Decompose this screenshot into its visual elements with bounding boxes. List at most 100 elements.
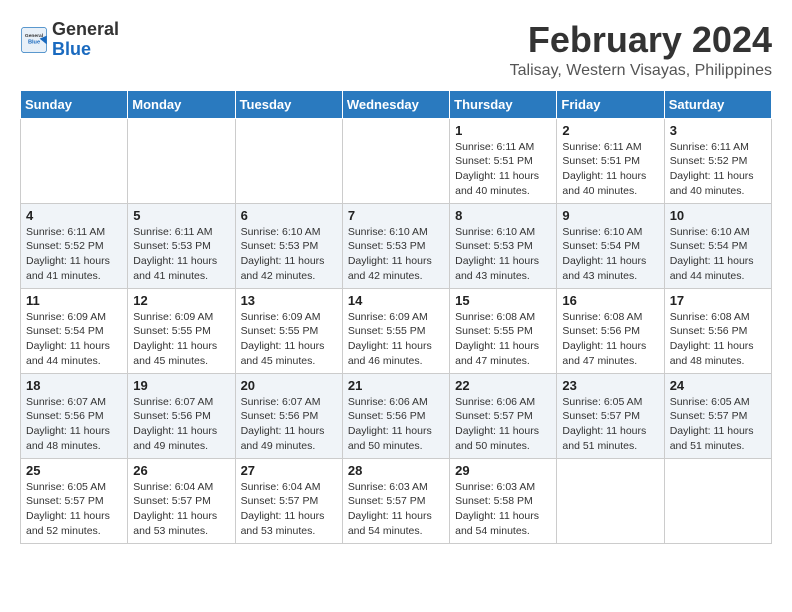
day-info: Sunrise: 6:08 AM Sunset: 5:56 PM Dayligh… [670,310,766,369]
day-number: 17 [670,293,766,308]
day-number: 7 [348,208,444,223]
day-info: Sunrise: 6:10 AM Sunset: 5:54 PM Dayligh… [670,225,766,284]
day-info: Sunrise: 6:09 AM Sunset: 5:55 PM Dayligh… [133,310,229,369]
day-number: 4 [26,208,122,223]
calendar-day-cell: 7 Sunrise: 6:10 AM Sunset: 5:53 PM Daylig… [342,203,449,288]
day-number: 29 [455,463,551,478]
day-info: Sunrise: 6:11 AM Sunset: 5:53 PM Dayligh… [133,225,229,284]
day-number: 13 [241,293,337,308]
svg-text:Blue: Blue [28,39,40,45]
logo-icon: General Blue [20,26,48,54]
calendar-day-cell: 26 Sunrise: 6:04 AM Sunset: 5:57 PM Dayli… [128,458,235,543]
day-info: Sunrise: 6:09 AM Sunset: 5:55 PM Dayligh… [348,310,444,369]
location-subtitle: Talisay, Western Visayas, Philippines [510,62,772,80]
day-info: Sunrise: 6:07 AM Sunset: 5:56 PM Dayligh… [26,395,122,454]
weekday-header-tuesday: Tuesday [235,90,342,118]
calendar-day-cell: 21 Sunrise: 6:06 AM Sunset: 5:56 PM Dayli… [342,373,449,458]
day-info: Sunrise: 6:08 AM Sunset: 5:56 PM Dayligh… [562,310,658,369]
calendar-day-cell: 29Sunrise: 6:03 AM Sunset: 5:58 PM Dayli… [450,458,557,543]
day-number: 18 [26,378,122,393]
day-number: 24 [670,378,766,393]
calendar-day-cell: 2Sunrise: 6:11 AM Sunset: 5:51 PM Daylig… [557,118,664,203]
calendar-day-cell [342,118,449,203]
weekday-header-saturday: Saturday [664,90,771,118]
calendar-week-row: 1 Sunrise: 6:11 AM Sunset: 5:51 PM Daylig… [21,118,772,203]
calendar-day-cell [235,118,342,203]
calendar-day-cell: 15Sunrise: 6:08 AM Sunset: 5:55 PM Dayli… [450,288,557,373]
day-number: 3 [670,123,766,138]
page-header: General Blue General Blue February 2024 … [20,20,772,80]
day-info: Sunrise: 6:04 AM Sunset: 5:57 PM Dayligh… [133,480,229,539]
day-info: Sunrise: 6:11 AM Sunset: 5:51 PM Dayligh… [455,140,551,199]
day-number: 20 [241,378,337,393]
calendar-day-cell: 19 Sunrise: 6:07 AM Sunset: 5:56 PM Dayli… [128,373,235,458]
day-number: 28 [348,463,444,478]
day-number: 10 [670,208,766,223]
calendar-day-cell: 3 Sunrise: 6:11 AM Sunset: 5:52 PM Daylig… [664,118,771,203]
day-number: 1 [455,123,551,138]
calendar-day-cell: 12Sunrise: 6:09 AM Sunset: 5:55 PM Dayli… [128,288,235,373]
day-info: Sunrise: 6:04 AM Sunset: 5:57 PM Dayligh… [241,480,337,539]
day-number: 25 [26,463,122,478]
calendar-week-row: 4 Sunrise: 6:11 AM Sunset: 5:52 PM Daylig… [21,203,772,288]
calendar-day-cell: 23Sunrise: 6:05 AM Sunset: 5:57 PM Dayli… [557,373,664,458]
calendar-day-cell [664,458,771,543]
weekday-header-sunday: Sunday [21,90,128,118]
day-number: 2 [562,123,658,138]
calendar-day-cell: 6 Sunrise: 6:10 AM Sunset: 5:53 PM Daylig… [235,203,342,288]
weekday-header-monday: Monday [128,90,235,118]
day-number: 9 [562,208,658,223]
title-section: February 2024 Talisay, Western Visayas, … [510,20,772,80]
day-info: Sunrise: 6:09 AM Sunset: 5:54 PM Dayligh… [26,310,122,369]
calendar-week-row: 18 Sunrise: 6:07 AM Sunset: 5:56 PM Dayli… [21,373,772,458]
calendar-day-cell: 14 Sunrise: 6:09 AM Sunset: 5:55 PM Dayli… [342,288,449,373]
day-number: 22 [455,378,551,393]
day-number: 19 [133,378,229,393]
day-number: 27 [241,463,337,478]
day-info: Sunrise: 6:08 AM Sunset: 5:55 PM Dayligh… [455,310,551,369]
logo: General Blue General Blue [20,20,119,60]
day-info: Sunrise: 6:10 AM Sunset: 5:53 PM Dayligh… [241,225,337,284]
calendar-day-cell: 5 Sunrise: 6:11 AM Sunset: 5:53 PM Daylig… [128,203,235,288]
calendar-day-cell: 22 Sunrise: 6:06 AM Sunset: 5:57 PM Dayli… [450,373,557,458]
month-title: February 2024 [510,20,772,60]
calendar-day-cell: 8Sunrise: 6:10 AM Sunset: 5:53 PM Daylig… [450,203,557,288]
calendar-day-cell: 20Sunrise: 6:07 AM Sunset: 5:56 PM Dayli… [235,373,342,458]
day-info: Sunrise: 6:07 AM Sunset: 5:56 PM Dayligh… [133,395,229,454]
calendar-day-cell [557,458,664,543]
day-info: Sunrise: 6:11 AM Sunset: 5:52 PM Dayligh… [26,225,122,284]
calendar-day-cell [21,118,128,203]
day-info: Sunrise: 6:09 AM Sunset: 5:55 PM Dayligh… [241,310,337,369]
calendar-day-cell [128,118,235,203]
calendar-day-cell: 17 Sunrise: 6:08 AM Sunset: 5:56 PM Dayli… [664,288,771,373]
logo-text: General Blue [52,20,119,60]
day-info: Sunrise: 6:06 AM Sunset: 5:56 PM Dayligh… [348,395,444,454]
day-info: Sunrise: 6:05 AM Sunset: 5:57 PM Dayligh… [670,395,766,454]
day-info: Sunrise: 6:11 AM Sunset: 5:52 PM Dayligh… [670,140,766,199]
day-info: Sunrise: 6:06 AM Sunset: 5:57 PM Dayligh… [455,395,551,454]
day-info: Sunrise: 6:10 AM Sunset: 5:53 PM Dayligh… [348,225,444,284]
calendar-day-cell: 9Sunrise: 6:10 AM Sunset: 5:54 PM Daylig… [557,203,664,288]
calendar-day-cell: 18 Sunrise: 6:07 AM Sunset: 5:56 PM Dayli… [21,373,128,458]
calendar-day-cell: 24 Sunrise: 6:05 AM Sunset: 5:57 PM Dayli… [664,373,771,458]
calendar-day-cell: 27 Sunrise: 6:04 AM Sunset: 5:57 PM Dayli… [235,458,342,543]
day-number: 11 [26,293,122,308]
day-number: 21 [348,378,444,393]
day-number: 5 [133,208,229,223]
calendar-day-cell: 4 Sunrise: 6:11 AM Sunset: 5:52 PM Daylig… [21,203,128,288]
calendar-table: SundayMondayTuesdayWednesdayThursdayFrid… [20,90,772,544]
day-info: Sunrise: 6:03 AM Sunset: 5:57 PM Dayligh… [348,480,444,539]
calendar-week-row: 25Sunrise: 6:05 AM Sunset: 5:57 PM Dayli… [21,458,772,543]
calendar-day-cell: 10 Sunrise: 6:10 AM Sunset: 5:54 PM Dayli… [664,203,771,288]
calendar-day-cell: 1 Sunrise: 6:11 AM Sunset: 5:51 PM Daylig… [450,118,557,203]
day-number: 14 [348,293,444,308]
day-number: 23 [562,378,658,393]
day-number: 16 [562,293,658,308]
calendar-day-cell: 16 Sunrise: 6:08 AM Sunset: 5:56 PM Dayli… [557,288,664,373]
calendar-day-cell: 25Sunrise: 6:05 AM Sunset: 5:57 PM Dayli… [21,458,128,543]
day-number: 8 [455,208,551,223]
day-number: 26 [133,463,229,478]
calendar-day-cell: 13 Sunrise: 6:09 AM Sunset: 5:55 PM Dayli… [235,288,342,373]
calendar-week-row: 11 Sunrise: 6:09 AM Sunset: 5:54 PM Dayli… [21,288,772,373]
day-number: 6 [241,208,337,223]
